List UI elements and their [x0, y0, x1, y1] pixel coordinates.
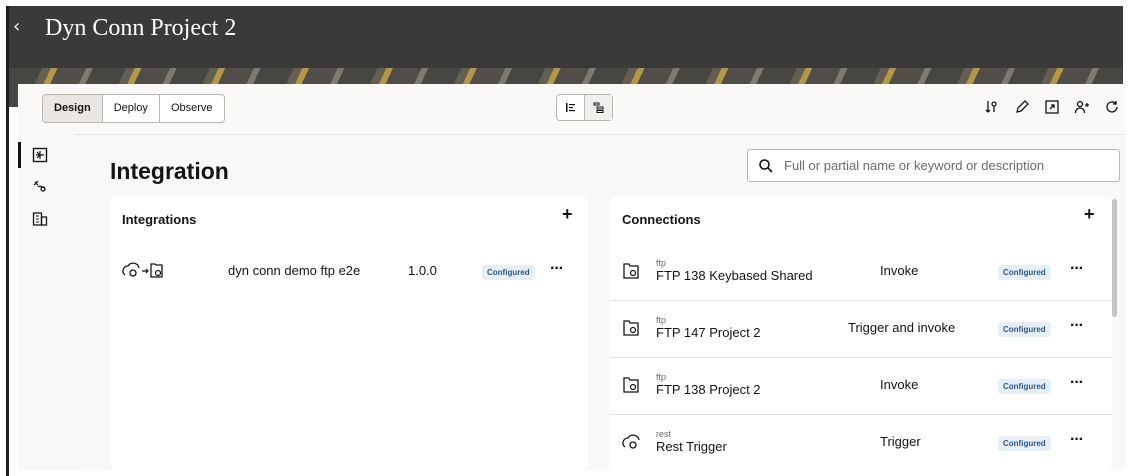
row-actions-menu[interactable]: ···	[1070, 374, 1084, 392]
connection-role: Invoke	[880, 263, 919, 278]
integration-version: 1.0.0	[408, 263, 437, 278]
export-icon[interactable]	[1043, 98, 1061, 116]
connection-role: Trigger	[880, 434, 921, 449]
sort-icon[interactable]	[983, 98, 1001, 116]
ftp-connection-icon	[622, 262, 640, 285]
connection-role: Trigger and invoke	[848, 320, 956, 335]
list-view-icon	[566, 103, 575, 112]
toolbar-actions	[983, 98, 1121, 116]
connection-role: Invoke	[880, 377, 919, 392]
hierarchy-view-button[interactable]	[585, 95, 612, 120]
ftp-connection-icon	[622, 319, 640, 342]
connection-type: ftp	[656, 258, 667, 268]
connection-row[interactable]: ftp FTP 147 Project 2 Trigger and invoke…	[610, 301, 1112, 358]
edit-icon[interactable]	[1013, 98, 1031, 116]
connection-name[interactable]: FTP 147 Project 2	[656, 325, 761, 340]
view-toggle	[556, 94, 613, 121]
integrations-title: Integrations	[122, 212, 197, 227]
add-connection-button[interactable]: +	[1084, 204, 1095, 225]
row-actions-menu[interactable]: ···	[550, 260, 564, 278]
nav-integrations[interactable]	[18, 142, 74, 168]
list-view-button[interactable]	[557, 95, 585, 120]
tab-design[interactable]: Design	[43, 95, 103, 122]
nav-connections[interactable]	[18, 174, 74, 200]
connections-scrollbar[interactable]	[1112, 199, 1117, 317]
integrations-icon	[32, 147, 48, 163]
add-integration-button[interactable]: +	[562, 204, 573, 225]
back-button[interactable]: ‹	[13, 16, 20, 37]
connection-type: ftp	[656, 372, 667, 382]
row-actions-menu[interactable]: ···	[1070, 431, 1084, 449]
toolbar: Design Deploy Observe	[18, 84, 1125, 135]
tab-observe[interactable]: Observe	[160, 95, 224, 122]
page-title: Integration	[110, 158, 229, 184]
main-panel: Design Deploy Observe Integration Full o…	[18, 84, 1125, 470]
integration-name[interactable]: dyn conn demo ftp e2e	[228, 263, 360, 278]
rest-connection-icon	[622, 433, 640, 456]
connections-title: Connections	[622, 212, 701, 227]
search-box[interactable]	[747, 149, 1120, 182]
refresh-icon[interactable]	[1103, 98, 1121, 116]
ftp-connection-icon	[622, 376, 640, 399]
nav-lookups[interactable]	[18, 206, 74, 232]
trigger-connection-icon	[122, 261, 164, 284]
row-actions-menu[interactable]: ···	[1070, 317, 1084, 335]
connection-name[interactable]: FTP 138 Project 2	[656, 382, 761, 397]
search-icon	[758, 158, 774, 174]
connection-row[interactable]: ftp FTP 138 Keybased Shared Invoke Confi…	[610, 244, 1112, 301]
connections-icon	[33, 180, 46, 192]
tab-deploy[interactable]: Deploy	[103, 95, 160, 122]
row-actions-menu[interactable]: ···	[1070, 260, 1084, 278]
mode-tabs: Design Deploy Observe	[42, 94, 225, 123]
status-badge: Configured	[482, 265, 535, 280]
status-badge: Configured	[998, 436, 1051, 451]
status-badge: Configured	[998, 322, 1051, 337]
connection-type: ftp	[656, 315, 667, 325]
lookups-icon	[32, 212, 48, 226]
integrations-card: Integrations + dyn conn demo ftp e2e 1.0…	[110, 196, 588, 470]
status-badge: Configured	[998, 379, 1051, 394]
connection-type: rest	[656, 429, 672, 439]
connection-row[interactable]: rest Rest Trigger Trigger Configured ···	[610, 415, 1112, 471]
share-icon[interactable]	[1073, 98, 1091, 116]
project-title: Dyn Conn Project 2	[45, 15, 237, 41]
connections-card: Connections + ftp FTP 138 Keybased Share…	[610, 196, 1112, 470]
status-badge: Configured	[998, 265, 1051, 280]
connection-row[interactable]: ftp FTP 138 Project 2 Invoke Configured …	[610, 358, 1112, 415]
connection-name[interactable]: Rest Trigger	[656, 439, 727, 454]
connection-name[interactable]: FTP 138 Keybased Shared	[656, 268, 813, 283]
left-nav	[18, 134, 74, 470]
hierarchy-view-icon	[593, 102, 604, 113]
integration-row[interactable]: dyn conn demo ftp e2e 1.0.0 Configured ·…	[110, 248, 588, 292]
search-input[interactable]	[782, 157, 1116, 174]
